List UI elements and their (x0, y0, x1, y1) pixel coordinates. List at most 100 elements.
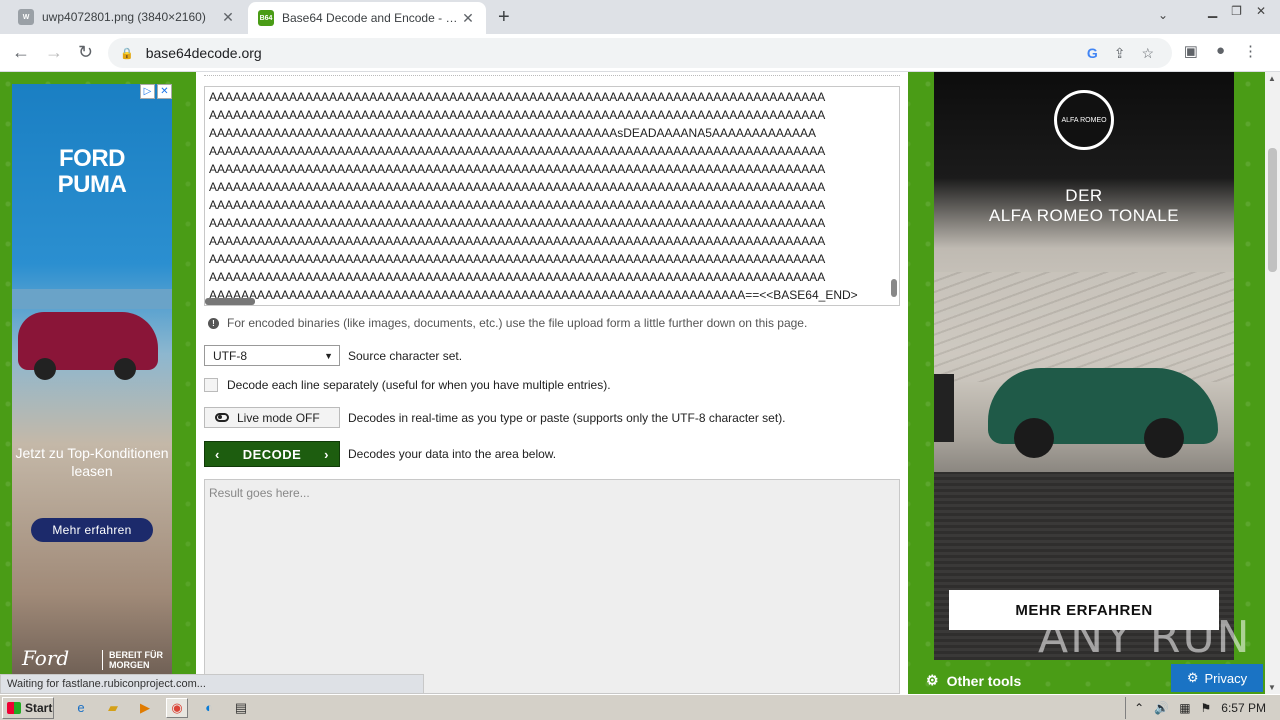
page-scrollbar[interactable]: ▲ ▼ (1265, 72, 1280, 694)
textarea-horizontal-scrollbar[interactable] (205, 298, 255, 305)
left-advertisement[interactable]: ▷ ✕ FORD PUMA Jetzt zu Top-Konditionen l… (12, 84, 172, 684)
close-tab-icon[interactable]: ✕ (220, 9, 236, 26)
share-icon[interactable]: ⇪ (1114, 45, 1126, 62)
chevron-down-icon: ▼ (324, 350, 333, 361)
windows-logo-icon (7, 701, 21, 714)
ad-charger-image (934, 374, 954, 442)
lock-icon[interactable]: 🔒 (120, 47, 134, 60)
source-text-line: AAAAAAAAAAAAAAAAAAAAAAAAAAAAAAAAAAAAAAAA… (209, 198, 826, 212)
source-text-line: AAAAAAAAAAAAAAAAAAAAAAAAAAAAAAAAAAAAAAAA… (209, 180, 826, 194)
tab-image[interactable]: W uwp4072801.png (3840×2160) ✕ (8, 0, 246, 34)
folder-icon[interactable]: ▰ (102, 698, 124, 718)
decode-button[interactable]: ‹ DECODE › (204, 441, 340, 467)
info-icon: ! (208, 317, 219, 329)
privacy-label: Privacy (1204, 670, 1248, 686)
source-text-line: > (209, 304, 892, 305)
side-panel-icon[interactable]: ▣ (1184, 42, 1198, 60)
ford-logo: Ford (22, 646, 70, 670)
restore-icon[interactable]: ❐ (1231, 4, 1242, 18)
scroll-down-icon[interactable]: ▼ (1268, 683, 1276, 692)
right-advertisement[interactable]: ALFA ROMEO DER ALFA ROMEO TONALE MEHR ER… (934, 72, 1234, 660)
source-textarea[interactable]: AAAAAAAAAAAAAAAAAAAAAAAAAAAAAAAAAAAAAAAA… (204, 86, 900, 306)
network-icon[interactable]: ▦ (1179, 701, 1190, 715)
source-text-line: AAAAAAAAAAAAAAAAAAAAAAAAAAAAAAAAAAAAAAAA… (209, 144, 826, 158)
source-text-line: AAAAAAAAAAAAAAAAAAAAAAAAAAAAAAAAAAAAAAAA… (209, 216, 826, 230)
main-content: AAAAAAAAAAAAAAAAAAAAAAAAAAAAAAAAAAAAAAAA… (196, 72, 908, 694)
source-text-line: AAAAAAAAAAAAAAAAAAAAAAAAAAAAAAAAAAAAAAAA… (209, 108, 826, 122)
ad-car-image (988, 368, 1218, 458)
decode-label: DECODE (242, 446, 302, 462)
ad-sea-image (12, 289, 172, 309)
ad-headline-line1: DER (1065, 186, 1103, 205)
ad-close-icon[interactable]: ✕ (157, 84, 172, 99)
new-tab-button[interactable]: + (498, 6, 510, 29)
other-tools-label: Other tools (946, 672, 1022, 689)
ad-brand-line1: FORD (59, 145, 126, 172)
result-placeholder: Result goes here... (209, 486, 310, 500)
ad-headline-line2: ALFA ROMEO TONALE (988, 206, 1180, 225)
reload-icon[interactable]: ↻ (78, 42, 93, 63)
tab-favicon-icon: B64 (258, 10, 274, 26)
tray-expand-icon[interactable]: ⌃ (1134, 701, 1144, 715)
window-controls: ▁ ❐ ✕ (1208, 4, 1266, 18)
ie-icon[interactable]: e (70, 698, 92, 718)
bookmark-star-icon[interactable]: ☆ (1141, 45, 1154, 62)
google-icon[interactable]: G (1087, 45, 1098, 62)
ad-brand-line2: PUMA (57, 171, 127, 198)
tab-search-chevron-icon[interactable]: ⌄ (1158, 8, 1168, 22)
decode-lines-label[interactable]: Decode each line separately (useful for … (227, 378, 611, 392)
chevron-left-icon: ‹ (215, 446, 220, 462)
info-text: For encoded binaries (like images, docum… (227, 316, 808, 330)
edge-icon[interactable]: ◐ (198, 698, 220, 718)
profile-avatar-icon[interactable]: ● (1216, 42, 1225, 60)
browser-tab-bar: W uwp4072801.png (3840×2160) ✕ B64 Base6… (0, 0, 1280, 34)
menu-kebab-icon[interactable]: ⋮ (1243, 42, 1258, 60)
ad-tagline: Jetzt zu Top-Konditionen leasen (15, 445, 169, 479)
scrollbar-thumb[interactable] (1268, 148, 1277, 272)
info-note: ! For encoded binaries (like images, doc… (208, 316, 807, 330)
alfa-romeo-logo-text: ALFA ROMEO (1061, 116, 1107, 124)
privacy-button[interactable]: ⚙ Privacy (1171, 664, 1263, 692)
window-close-icon[interactable]: ✕ (1256, 4, 1266, 18)
action-center-flag-icon[interactable]: ⚑ (1201, 701, 1212, 715)
adchoices-icon[interactable]: ▷ (140, 84, 155, 99)
scroll-up-icon[interactable]: ▲ (1268, 74, 1276, 83)
gear-icon: ⚙ (1186, 670, 1199, 685)
charset-label: Source character set. (348, 348, 463, 363)
toggle-icon (215, 413, 229, 422)
charset-select[interactable]: UTF-8 ▼ (204, 345, 340, 366)
close-tab-icon[interactable]: ✕ (460, 10, 476, 27)
ad-brand: FORD PUMA (12, 146, 172, 198)
status-bubble: Waiting for fastlane.rubiconproject.com.… (0, 674, 424, 694)
back-arrow-icon[interactable]: ← (12, 42, 30, 63)
system-tray: ⌃ 🔊 ▦ ⚑ 6:57 PM (1125, 697, 1280, 719)
ad-headline: DER ALFA ROMEO TONALE (934, 186, 1234, 226)
media-player-icon[interactable]: ▶ (134, 698, 156, 718)
tab-title: uwp4072801.png (3840×2160) (42, 10, 206, 24)
forward-arrow-icon[interactable]: → (45, 42, 63, 63)
decode-lines-checkbox[interactable] (204, 378, 218, 392)
result-textarea[interactable]: Result goes here... (204, 479, 900, 694)
alfa-romeo-logo: ALFA ROMEO (1054, 90, 1114, 150)
source-text-line: AAAAAAAAAAAAAAAAAAAAAAAAAAAAAAAAAAAAAAAA… (209, 270, 826, 284)
start-button[interactable]: Start (2, 696, 54, 719)
other-tools-link[interactable]: ⚙ Other tools (926, 672, 1021, 689)
minimize-icon[interactable]: ▁ (1208, 4, 1217, 18)
live-mode-toggle[interactable]: Live mode OFF (204, 407, 340, 428)
source-text-line: AAAAAAAAAAAAAAAAAAAAAAAAAAAAAAAAAAAAAAAA… (209, 162, 826, 176)
url-input[interactable]: 🔒 base64decode.org G ⇪ ☆ (108, 38, 1172, 68)
textarea-vertical-scrollbar[interactable] (891, 279, 897, 297)
ad-controls: ▷ ✕ (140, 84, 172, 99)
decode-row: ‹ DECODE › Decodes your data into the ar… (204, 441, 556, 467)
charset-row: UTF-8 ▼ Source character set. (204, 345, 462, 366)
gear-icon: ⚙ (926, 672, 939, 688)
clock[interactable]: 6:57 PM (1221, 701, 1266, 715)
url-text: base64decode.org (145, 45, 262, 61)
chrome-icon[interactable]: ◉ (166, 697, 188, 718)
live-mode-label: Live mode OFF (237, 410, 320, 425)
ad-cta-button[interactable]: Mehr erfahren (31, 518, 153, 542)
tab-base64[interactable]: B64 Base64 Decode and Encode - Online ✕ (248, 2, 486, 34)
volume-icon[interactable]: 🔊 (1154, 701, 1169, 715)
notepad-icon[interactable]: ▤ (230, 698, 252, 718)
taskbar: Start e ▰ ▶ ◉ ◐ ▤ ⌃ 🔊 ▦ ⚑ 6:57 PM (0, 694, 1280, 720)
